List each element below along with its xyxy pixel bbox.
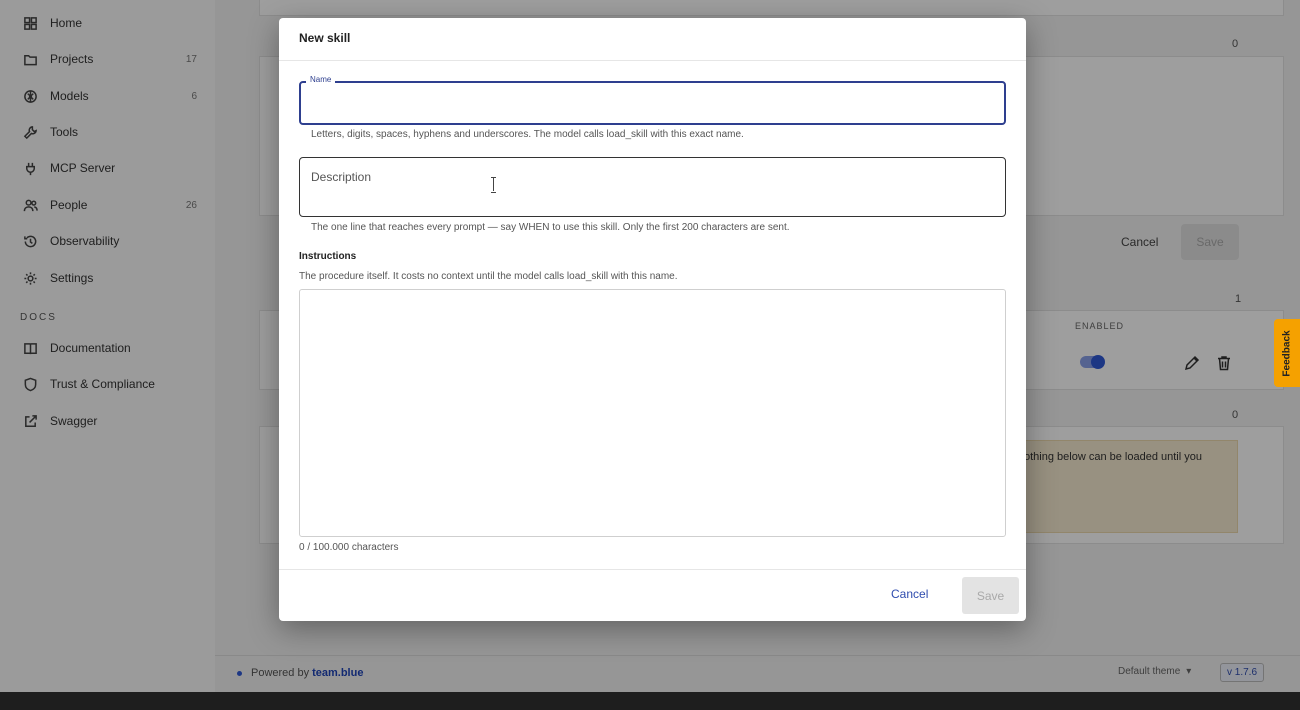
- os-taskbar: [0, 692, 1300, 710]
- cancel-button[interactable]: Cancel: [891, 587, 928, 601]
- name-label: Name: [306, 75, 336, 84]
- save-button[interactable]: Save: [962, 577, 1019, 614]
- description-field[interactable]: [299, 157, 1006, 217]
- text-cursor-icon: [491, 177, 497, 193]
- name-field[interactable]: [299, 81, 1006, 125]
- instructions-label: Instructions: [299, 251, 357, 262]
- divider: [279, 569, 1026, 570]
- description-input[interactable]: [300, 158, 1005, 216]
- name-helper-text: Letters, digits, spaces, hyphens and und…: [311, 129, 744, 140]
- instructions-field[interactable]: [299, 289, 1006, 537]
- instructions-helper-text: The procedure itself. It costs no contex…: [299, 271, 678, 282]
- divider: [279, 60, 1026, 61]
- character-counter: 0 / 100.000 characters: [299, 542, 399, 553]
- new-skill-dialog: New skill Name Letters, digits, spaces, …: [279, 18, 1026, 621]
- feedback-tab[interactable]: Feedback: [1274, 319, 1300, 387]
- feedback-label: Feedback: [1281, 329, 1293, 377]
- dialog-title: New skill: [299, 31, 351, 45]
- instructions-textarea[interactable]: [300, 290, 1005, 536]
- description-helper-text: The one line that reaches every prompt —…: [311, 222, 790, 233]
- name-input[interactable]: [301, 83, 1004, 123]
